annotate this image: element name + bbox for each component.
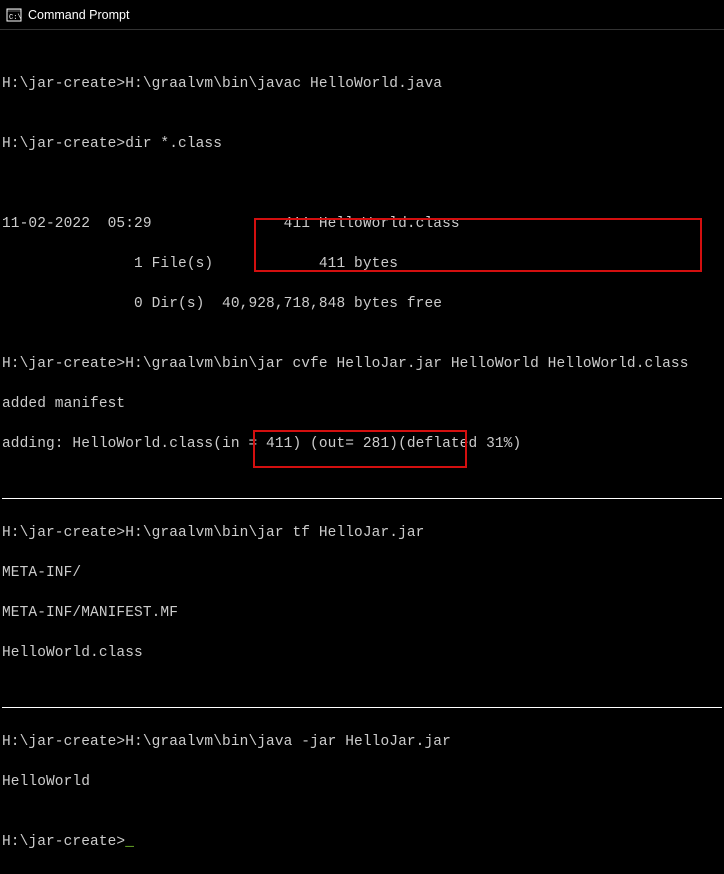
cursor: _ <box>125 834 134 850</box>
terminal-output[interactable]: H:\jar-create>H:\graalvm\bin\javac Hello… <box>0 30 724 874</box>
window-titlebar[interactable]: C:\ Command Prompt <box>0 0 724 30</box>
terminal-line: META-INF/MANIFEST.MF <box>2 603 722 623</box>
terminal-line: H:\jar-create>H:\graalvm\bin\java -jar H… <box>2 732 722 752</box>
terminal-line: added manifest <box>2 394 722 414</box>
terminal-line: H:\jar-create>H:\graalvm\bin\jar cvfe He… <box>2 354 722 374</box>
terminal-line: 1 File(s) 411 bytes <box>2 254 722 274</box>
terminal-prompt: H:\jar-create>_ <box>2 832 722 852</box>
terminal-line: META-INF/ <box>2 563 722 583</box>
terminal-line: HelloWorld <box>2 772 722 792</box>
terminal-line: adding: HelloWorld.class(in = 411) (out=… <box>2 434 722 454</box>
terminal-line: H:\jar-create>H:\graalvm\bin\jar tf Hell… <box>2 523 722 543</box>
window-title: Command Prompt <box>28 8 129 22</box>
cmd-icon: C:\ <box>6 7 22 23</box>
separator <box>2 498 722 499</box>
terminal-line: 11-02-2022 05:29 411 HelloWorld.class <box>2 214 722 234</box>
separator <box>2 707 722 708</box>
terminal-line: H:\jar-create>dir *.class <box>2 134 722 154</box>
terminal-line: H:\jar-create>H:\graalvm\bin\javac Hello… <box>2 74 722 94</box>
svg-text:C:\: C:\ <box>9 14 22 22</box>
terminal-line: HelloWorld.class <box>2 643 722 663</box>
terminal-line: 0 Dir(s) 40,928,718,848 bytes free <box>2 294 722 314</box>
